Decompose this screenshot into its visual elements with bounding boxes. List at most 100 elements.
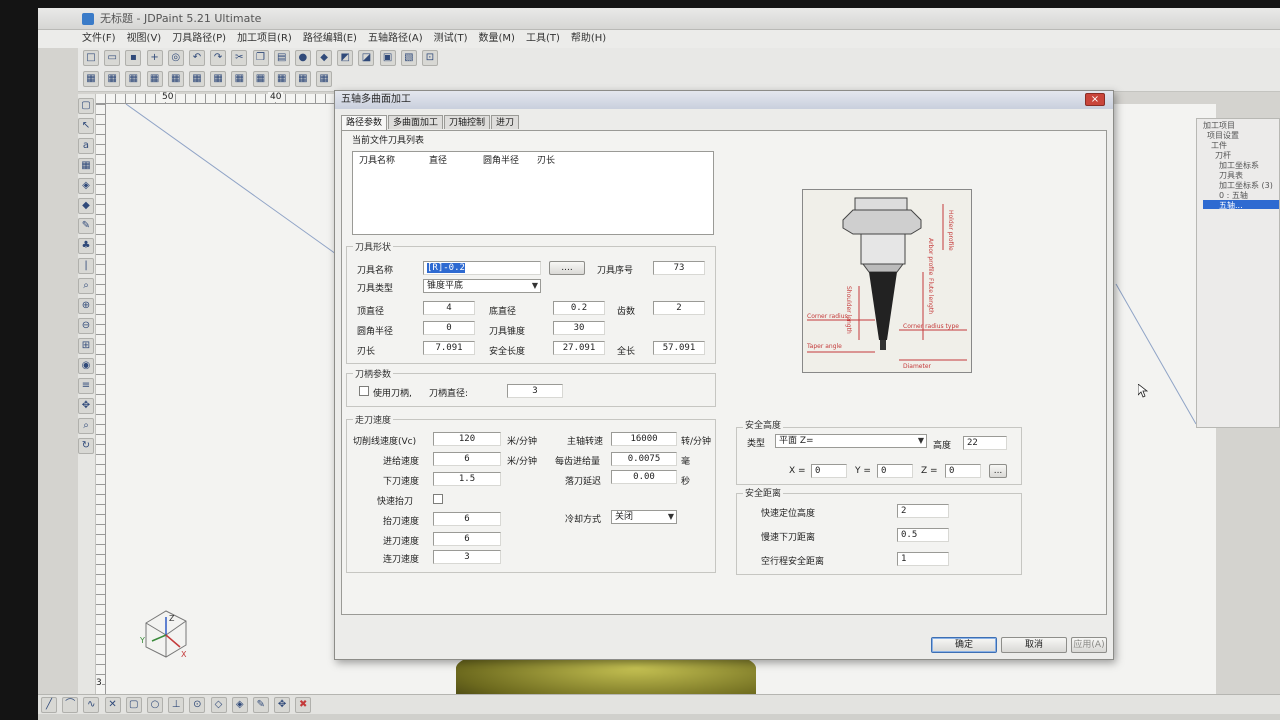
zoom-out-icon[interactable]: ⊖ <box>78 318 94 334</box>
tree-icon[interactable]: ♣ <box>78 238 94 254</box>
move-tool-icon[interactable]: ✥ <box>274 697 291 713</box>
edit-tool-icon[interactable]: ✎ <box>252 697 269 713</box>
snap-tool-icon[interactable]: ⊙ <box>189 697 206 713</box>
copy-icon[interactable]: ❐ <box>252 50 269 66</box>
use-shank-checkbox[interactable] <box>359 386 369 396</box>
tab-axis-control[interactable]: 刀轴控制 <box>444 115 491 129</box>
slow-plunge-input[interactable]: 0.5 <box>897 528 949 542</box>
feed-per-tooth-input[interactable]: 0.0075 <box>611 452 677 466</box>
path-10-icon[interactable]: ▦ <box>273 71 290 87</box>
path-6-icon[interactable]: ▦ <box>188 71 205 87</box>
menu-item-1[interactable]: 视图(V) <box>127 30 162 48</box>
wire-icon[interactable]: ▧ <box>400 50 417 66</box>
add-icon[interactable]: + <box>146 50 163 66</box>
cut-icon[interactable]: ✂ <box>231 50 248 66</box>
safe-length-input[interactable]: 27.091 <box>553 341 605 355</box>
apply-button[interactable]: 应用(A) <box>1071 637 1107 653</box>
tree-item[interactable]: 工件 <box>1203 140 1279 149</box>
tool-number-input[interactable]: 73 <box>653 261 705 275</box>
teeth-input[interactable]: 2 <box>653 301 705 315</box>
redo-icon[interactable]: ↷ <box>210 50 227 66</box>
paste-icon[interactable]: ▤ <box>273 50 290 66</box>
delete-icon[interactable]: ✖ <box>295 697 312 713</box>
rapid-height-input[interactable]: 2 <box>897 504 949 518</box>
idle-distance-input[interactable]: 1 <box>897 552 949 566</box>
close-icon[interactable]: × <box>1085 93 1105 106</box>
menu-item-5[interactable]: 五轴路径(A) <box>368 30 423 48</box>
menu-item-2[interactable]: 刀具路径(P) <box>172 30 226 48</box>
plunge-delay-input[interactable]: 0.00 <box>611 470 677 484</box>
cross-tool-icon[interactable]: ✕ <box>104 697 121 713</box>
circle-tool-icon[interactable]: ○ <box>146 697 163 713</box>
top-diameter-input[interactable]: 4 <box>423 301 475 315</box>
rect-select-icon[interactable]: ▢ <box>78 98 94 114</box>
z-input[interactable]: 0 <box>945 464 981 478</box>
menu-item-6[interactable]: 测试(T) <box>434 30 468 48</box>
shade-icon[interactable]: ▣ <box>379 50 396 66</box>
x-input[interactable]: 0 <box>811 464 847 478</box>
blade-length-input[interactable]: 7.091 <box>423 341 475 355</box>
render-icon[interactable]: ◪ <box>358 50 375 66</box>
coolant-select[interactable]: 关闭 ▼ <box>611 510 677 524</box>
tab-multi-surface[interactable]: 多曲面加工 <box>388 115 444 129</box>
lead-in-speed-input[interactable]: 6 <box>433 532 501 546</box>
box-tool-icon[interactable]: ▢ <box>125 697 142 713</box>
tree-item[interactable]: 加工坐标系 <box>1203 160 1279 169</box>
path-12-icon[interactable]: ▦ <box>316 71 333 87</box>
cancel-button[interactable]: 取消 <box>1001 637 1067 653</box>
fit-icon[interactable]: ⊡ <box>422 50 438 66</box>
menu-item-8[interactable]: 工具(T) <box>526 30 560 48</box>
path-8-icon[interactable]: ▦ <box>231 71 248 87</box>
color-icon[interactable]: ◆ <box>78 198 94 214</box>
menu-item-3[interactable]: 加工项目(R) <box>237 30 292 48</box>
tree-item[interactable]: 加工坐标系 (3) <box>1203 180 1279 189</box>
taper-input[interactable]: 30 <box>553 321 605 335</box>
path-icon[interactable]: ▦ <box>83 71 99 87</box>
path-3-icon[interactable]: ▦ <box>125 71 142 87</box>
zoom-window-icon[interactable]: ⊞ <box>78 338 94 354</box>
undo-icon[interactable]: ↶ <box>188 50 205 66</box>
diamond-tool-icon[interactable]: ◇ <box>210 697 227 713</box>
path-4-icon[interactable]: ▦ <box>146 71 163 87</box>
rapid-lift-checkbox[interactable] <box>433 494 443 504</box>
tree-item[interactable]: 加工项目 <box>1203 120 1279 129</box>
tab-path-params[interactable]: 路径参数 <box>341 115 388 131</box>
path-9-icon[interactable]: ▦ <box>252 71 269 87</box>
pan-icon[interactable]: ✥ <box>78 398 94 414</box>
measure-icon[interactable]: ◈ <box>78 178 94 194</box>
path-2-icon[interactable]: ▦ <box>104 71 121 87</box>
rotate-icon[interactable]: ↻ <box>78 438 94 454</box>
menu-item-0[interactable]: 文件(F) <box>82 30 116 48</box>
menu-item-4[interactable]: 路径编辑(E) <box>303 30 357 48</box>
tree-item[interactable]: 0 : 五轴 <box>1203 190 1279 199</box>
total-length-input[interactable]: 57.091 <box>653 341 705 355</box>
arc-tool-icon[interactable]: ⌒ <box>62 697 79 713</box>
pen-icon[interactable]: ✎ <box>78 218 94 234</box>
plunge-speed-input[interactable]: 1.5 <box>433 472 501 486</box>
y-input[interactable]: 0 <box>877 464 913 478</box>
eye-icon[interactable]: ◉ <box>78 358 94 374</box>
sphere-icon[interactable]: ● <box>294 50 311 66</box>
perp-tool-icon[interactable]: ⊥ <box>168 697 185 713</box>
tool-list-table[interactable]: 刀具名称 直径 圆角半径 刃长 <box>352 151 714 235</box>
tool-type-select[interactable]: 锥度平底 ▼ <box>423 279 541 293</box>
tool-name-input[interactable]: [R]-0.2 <box>423 261 541 275</box>
diamond2-tool-icon[interactable]: ◈ <box>231 697 248 713</box>
menu-item-7[interactable]: 数量(M) <box>479 30 515 48</box>
path-5-icon[interactable]: ▦ <box>167 71 184 87</box>
corner-radius-input[interactable]: 0 <box>423 321 475 335</box>
zoom-in-icon[interactable]: ⊕ <box>78 298 94 314</box>
menu-item-9[interactable]: 帮助(H) <box>571 30 606 48</box>
cube-icon[interactable]: ◆ <box>316 50 333 66</box>
pointer-icon[interactable]: ↖ <box>78 118 94 134</box>
cut-speed-input[interactable]: 120 <box>433 432 501 446</box>
grid-icon[interactable]: ▦ <box>78 158 94 174</box>
height-input[interactable]: 22 <box>963 436 1007 450</box>
tree-item[interactable]: 刀具表 <box>1203 170 1279 179</box>
tab-lead-in[interactable]: 进刀 <box>491 115 520 129</box>
line-tool-icon[interactable]: ╱ <box>41 697 57 713</box>
ok-button[interactable]: 确定 <box>931 637 997 653</box>
path-7-icon[interactable]: ▦ <box>210 71 227 87</box>
new-file-icon[interactable]: □ <box>83 50 99 66</box>
path-11-icon[interactable]: ▦ <box>294 71 311 87</box>
